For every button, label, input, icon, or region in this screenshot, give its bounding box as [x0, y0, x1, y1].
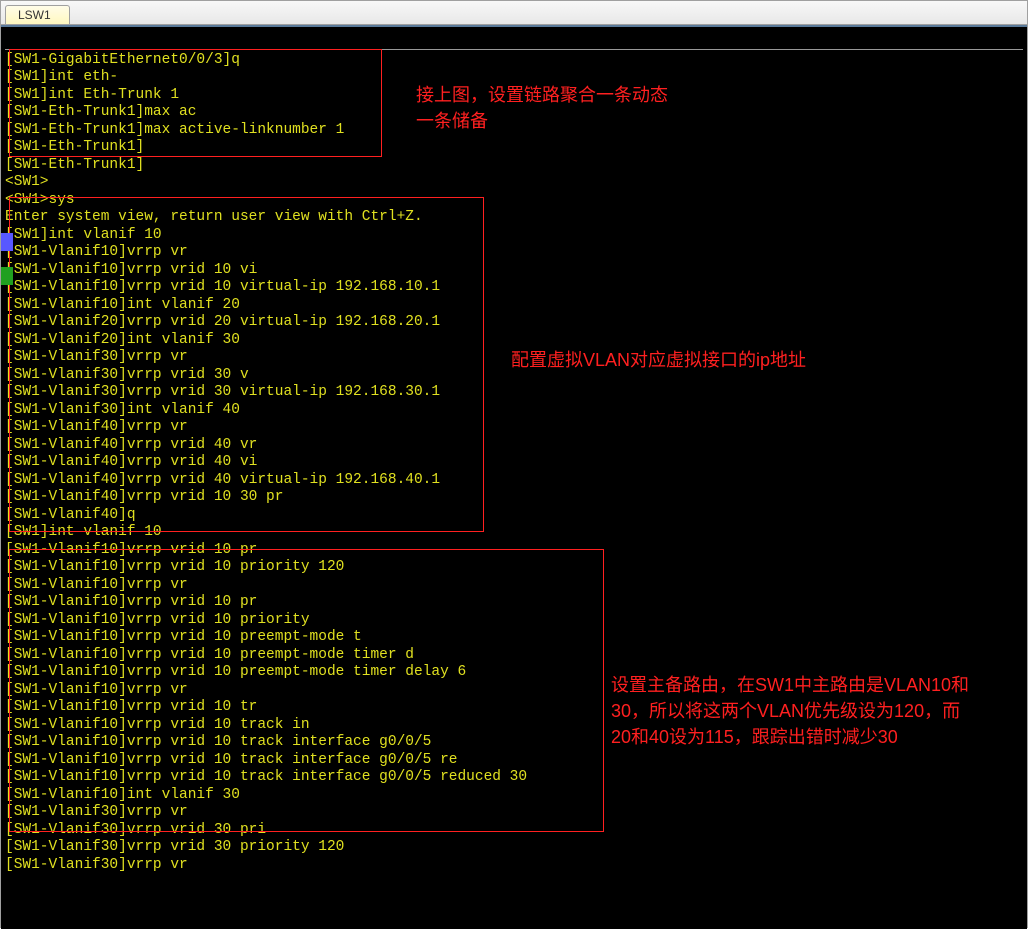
terminal-line: [SW1-Vlanif40]vrrp vrid 10 30 pr [5, 489, 1023, 507]
terminal-line: [SW1-Vlanif10]vrrp vrid 10 priority 120 [5, 559, 1023, 577]
terminal-line: [SW1-Vlanif40]vrrp vrid 40 virtual-ip 19… [5, 472, 1023, 490]
terminal-line: [SW1]int vlanif 10 [5, 524, 1023, 542]
terminal-line: [SW1-Vlanif10]vrrp vr [5, 577, 1023, 595]
terminal-line: [SW1-Eth-Trunk1] [5, 157, 1023, 175]
terminal-cut-line [5, 31, 1023, 50]
terminal-line: [SW1-Vlanif10]vrrp vrid 10 track interfa… [5, 769, 1023, 787]
annotation-text-2: 配置虚拟VLAN对应虚拟接口的ip地址 [511, 347, 911, 373]
terminal-line: [SW1]int vlanif 10 [5, 227, 1023, 245]
terminal-line: [SW1-Eth-Trunk1] [5, 139, 1023, 157]
marker-icon [1, 233, 13, 251]
marker-icon [1, 267, 13, 285]
terminal-line: [SW1-Vlanif40]vrrp vrid 40 vi [5, 454, 1023, 472]
terminal-line: [SW1-Vlanif10]vrrp vrid 10 pr [5, 542, 1023, 560]
terminal-line: <SW1>sys [5, 192, 1023, 210]
tab-lsw1[interactable]: LSW1 [5, 5, 70, 24]
terminal-line: [SW1-Vlanif10]vrrp vrid 10 preempt-mode … [5, 629, 1023, 647]
terminal-line: [SW1-Vlanif10]vrrp vrid 10 track interfa… [5, 752, 1023, 770]
terminal-line: [SW1-Vlanif10]vrrp vrid 10 vi [5, 262, 1023, 280]
terminal-line: [SW1-Vlanif10]vrrp vrid 10 preempt-mode … [5, 647, 1023, 665]
terminal-line: <SW1> [5, 174, 1023, 192]
annotation-text-1: 接上图，设置链路聚合一条动态一条储备 [416, 82, 746, 134]
terminal-line: [SW1-Vlanif10]vrrp vrid 10 virtual-ip 19… [5, 279, 1023, 297]
terminal-line: Enter system view, return user view with… [5, 209, 1023, 227]
terminal-line: [SW1-Vlanif10]vrrp vr [5, 244, 1023, 262]
terminal-line: [SW1-Vlanif20]vrrp vrid 20 virtual-ip 19… [5, 314, 1023, 332]
terminal-line: [SW1-Vlanif10]int vlanif 30 [5, 787, 1023, 805]
terminal-line: [SW1-Vlanif30]vrrp vrid 30 pri [5, 822, 1023, 840]
terminal-line: [SW1-Vlanif30]vrrp vr [5, 857, 1023, 875]
terminal-line: [SW1-Vlanif40]vrrp vr [5, 419, 1023, 437]
terminal-line: [SW1-Vlanif40]vrrp vrid 40 vr [5, 437, 1023, 455]
tab-bar: LSW1 [1, 1, 1027, 25]
terminal-line: [SW1-Vlanif10]vrrp vrid 10 pr [5, 594, 1023, 612]
terminal-line: [SW1-GigabitEthernet0/0/3]q [5, 52, 1023, 70]
terminal-line: [SW1-Vlanif40]q [5, 507, 1023, 525]
terminal-line: [SW1-Vlanif10]vrrp vrid 10 priority [5, 612, 1023, 630]
terminal-line: [SW1-Vlanif30]vrrp vr [5, 804, 1023, 822]
terminal[interactable]: [SW1-GigabitEthernet0/0/3]q [SW1]int eth… [1, 25, 1027, 929]
terminal-line: [SW1-Vlanif30]vrrp vrid 30 virtual-ip 19… [5, 384, 1023, 402]
terminal-line: [SW1-Vlanif30]int vlanif 40 [5, 402, 1023, 420]
terminal-line: [SW1-Vlanif10]int vlanif 20 [5, 297, 1023, 315]
terminal-line: [SW1-Vlanif30]vrrp vrid 30 priority 120 [5, 839, 1023, 857]
annotation-text-3: 设置主备路由，在SW1中主路由是VLAN10和30，所以将这两个VLAN优先级设… [611, 672, 971, 750]
